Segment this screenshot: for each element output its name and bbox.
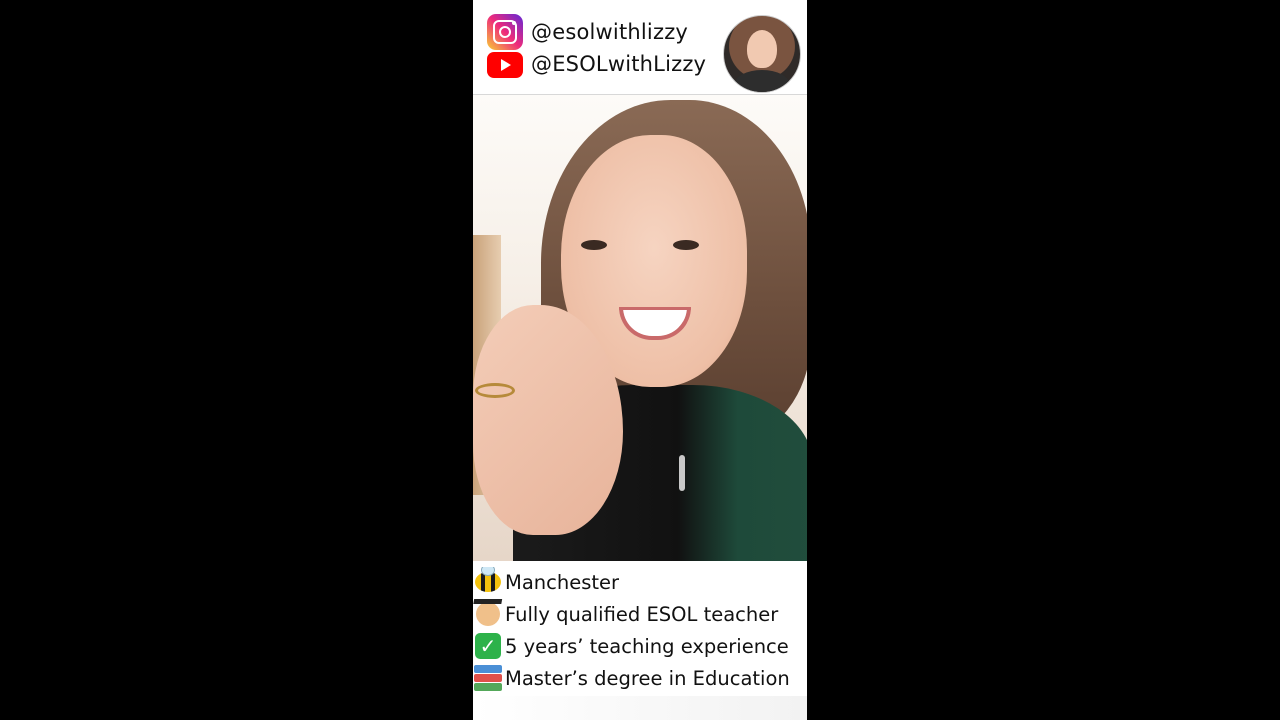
instagram-handle-row: @esolwithlizzy [487, 14, 688, 50]
avatar [723, 15, 801, 93]
bottom-strip [473, 696, 807, 720]
list-item: ✓ 5 years’ teaching experience [473, 631, 807, 661]
video-frame[interactable]: @esolwithlizzy @ESOLwithLizzy Manchester [473, 0, 807, 720]
youtube-handle: @ESOLwithLizzy [531, 52, 707, 76]
list-item: Fully qualified ESOL teacher [473, 599, 807, 629]
checkmark-icon: ✓ [473, 631, 503, 661]
social-handles-header: @esolwithlizzy @ESOLwithLizzy [473, 0, 807, 95]
instagram-handle: @esolwithlizzy [531, 20, 689, 44]
graduate-icon [473, 599, 503, 629]
video-still [473, 95, 807, 561]
teacher-info-list: Manchester Fully qualified ESOL teacher … [473, 561, 807, 696]
list-item: Master’s degree in Education [473, 663, 807, 693]
books-icon [473, 663, 503, 693]
bee-icon [473, 567, 503, 597]
info-text: Fully qualified ESOL teacher [505, 602, 779, 626]
info-text: 5 years’ teaching experience [505, 634, 789, 658]
list-item: Manchester [473, 567, 807, 597]
instagram-icon [487, 14, 523, 50]
youtube-icon [487, 52, 523, 78]
info-text: Master’s degree in Education [505, 666, 790, 690]
youtube-handle-row: @ESOLwithLizzy [487, 50, 706, 78]
info-text: Manchester [505, 570, 620, 594]
